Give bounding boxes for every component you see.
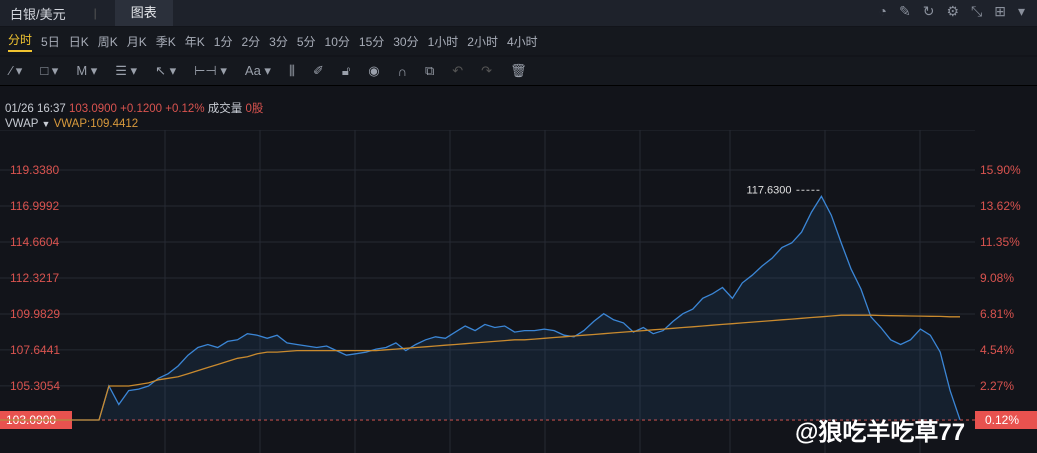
undo-icon[interactable]: ↶ <box>452 63 463 79</box>
period-tab[interactable]: 2小时 <box>467 33 498 50</box>
period-tab[interactable]: 5分 <box>297 33 316 50</box>
last-pct-label: 0.12% <box>985 413 1019 427</box>
y-tick-label: 109.9829 <box>10 307 60 321</box>
period-tab[interactable]: 周K <box>98 33 118 50</box>
y-tick-label: 119.3380 <box>10 163 59 177</box>
quote-price: 103.0900 <box>68 103 117 115</box>
y-tick-label: 105.3054 <box>10 379 60 393</box>
pct-tick-label: 2.27% <box>980 379 1014 393</box>
indicator-legend: VWAP ▼ VWAP:109.4412 <box>5 118 138 130</box>
menu-icon[interactable]: ▾ <box>1018 3 1025 20</box>
period-tab[interactable]: 30分 <box>393 33 418 50</box>
pct-tick-label: 11.35% <box>980 235 1020 249</box>
layers-icon[interactable]: ⧉ <box>425 63 434 79</box>
period-tabs: 分时 5日 日K 周K 月K 季K 年K 1分 2分 3分 5分 10分 15分 30分 1小时 2小时 4小时 <box>0 27 1037 55</box>
y-tick-label: 114.6604 <box>10 235 59 249</box>
period-tab[interactable]: 1小时 <box>428 33 459 50</box>
grid-icon[interactable]: ⊞ <box>994 3 1006 20</box>
divider: | <box>93 6 97 20</box>
tab-chart[interactable]: 图表 <box>114 0 173 26</box>
pen-icon[interactable]: ✐ <box>313 63 324 79</box>
pct-tick-label: 15.90% <box>980 163 1021 177</box>
period-tab[interactable]: 3分 <box>269 33 288 50</box>
arrow-icon[interactable]: ↖ ▾ <box>155 63 176 79</box>
pct-tick-label: 4.54% <box>980 343 1014 357</box>
lock-icon[interactable]: 🔓︎ <box>342 63 350 79</box>
watermark: @狼吃羊吃草77 <box>795 419 966 446</box>
refresh-icon[interactable]: ↻ <box>923 3 935 20</box>
period-tab[interactable]: 季K <box>156 33 176 50</box>
indicator-dropdown-icon[interactable]: ▼ <box>41 119 50 129</box>
price-chart[interactable]: 119.3380 15.90% 116.9992 13.62% 114.6604 11.3… <box>0 130 1037 453</box>
magnet-icon[interactable]: ∩ <box>398 64 407 79</box>
price-area <box>0 196 960 420</box>
top-bar: 白银/美元 | 图表 ◔ ✎ ↻ ⚙ ⤡ ⊞ ▾ <box>0 0 1037 26</box>
fib-icon[interactable]: ☰ ▾ <box>115 63 137 79</box>
volume-value: 0股 <box>245 103 264 115</box>
pct-tick-label: 9.08% <box>980 271 1014 285</box>
period-tab[interactable]: 月K <box>127 33 147 50</box>
peak-label: 117.6300 <box>746 184 791 196</box>
rect-icon[interactable]: □ ▾ <box>40 63 58 79</box>
volume-label: 成交量 <box>207 103 243 115</box>
speedometer-icon[interactable]: ◔ <box>879 3 887 20</box>
redo-icon[interactable]: ↷ <box>481 63 492 79</box>
measure-icon[interactable]: ⊢⊣ ▾ <box>194 63 227 79</box>
text-icon[interactable]: Aa ▾ <box>245 63 271 79</box>
pct-tick-label: 13.62% <box>980 199 1021 213</box>
quote-info: 01/26 16:37 103.0900 +0.1200 +0.12% 成交量 … <box>5 100 263 116</box>
line-icon[interactable]: ⁄ ▾ <box>10 63 22 79</box>
pct-tick-label: 6.81% <box>980 307 1014 321</box>
y-tick-label: 112.3217 <box>10 271 59 285</box>
period-tab[interactable]: 年K <box>185 33 205 50</box>
period-tab[interactable]: 4小时 <box>507 33 538 50</box>
candle-icon[interactable]: ⫼ <box>289 63 295 79</box>
trash-icon[interactable]: 🗑︎ <box>510 63 527 79</box>
collapse-icon[interactable]: ⤡ <box>971 3 982 20</box>
symbol-label: 白银/美元 <box>10 6 66 22</box>
gear-icon[interactable]: ⚙ <box>946 3 959 20</box>
eye-icon[interactable]: ◉ <box>368 63 379 79</box>
period-tab[interactable]: 2分 <box>241 33 260 50</box>
period-tab[interactable]: 10分 <box>325 33 350 50</box>
pattern-icon[interactable]: M ▾ <box>76 63 97 79</box>
edit-icon[interactable]: ✎ <box>899 3 911 20</box>
period-tab[interactable]: 5日 <box>41 33 60 50</box>
indicator-name[interactable]: VWAP <box>5 118 38 130</box>
period-tab[interactable]: 1分 <box>214 33 233 50</box>
indicator-value: VWAP:109.4412 <box>53 118 139 130</box>
y-tick-label: 116.9992 <box>10 199 59 213</box>
quote-change: +0.1200 <box>120 103 163 115</box>
quote-pct: +0.12% <box>165 103 205 115</box>
period-tab[interactable]: 15分 <box>359 33 384 50</box>
period-tab[interactable]: 分时 <box>8 31 33 52</box>
period-tab[interactable]: 日K <box>69 33 89 50</box>
y-tick-label: 107.6441 <box>10 343 60 357</box>
quote-time: 01/26 16:37 <box>5 103 66 115</box>
drawing-toolbar: ⁄ ▾ □ ▾ M ▾ ☰ ▾ ↖ ▾ ⊢⊣ ▾ Aa ▾ ⫼ ✐ 🔓︎ ◉ ∩… <box>0 57 1037 86</box>
